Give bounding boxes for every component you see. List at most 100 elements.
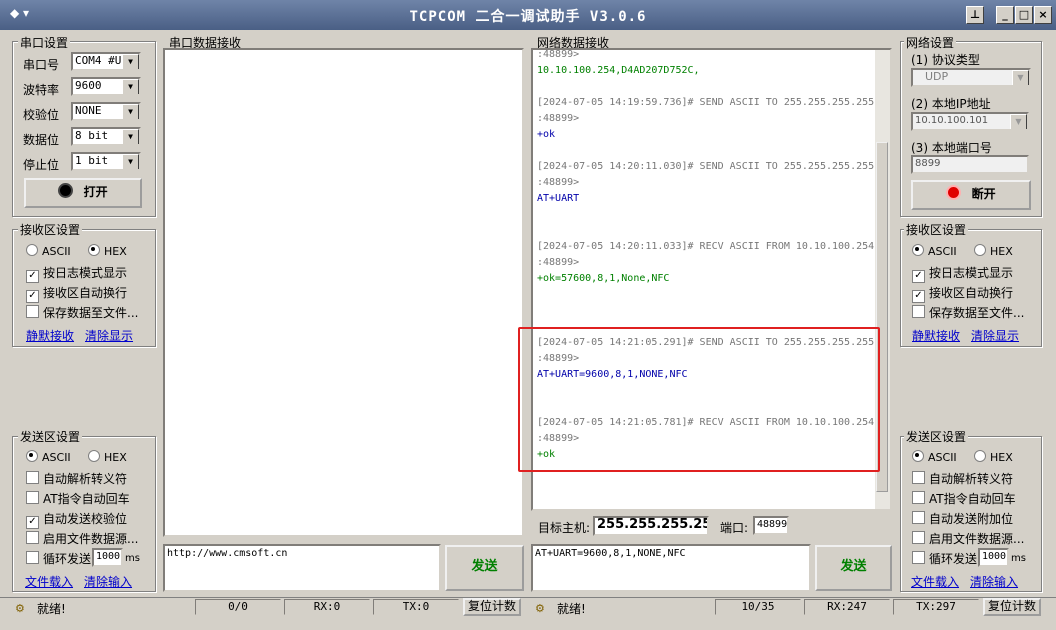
- log-line: [2024-07-05 14:20:11.030]# SEND ASCII TO…: [537, 161, 875, 172]
- pin-icon[interactable]: ⊥: [966, 6, 984, 24]
- left-loop-interval-input[interactable]: 1000: [92, 548, 123, 567]
- status-divider: [0, 597, 1056, 598]
- proto-label: (1) 协议类型: [911, 53, 980, 67]
- target-host-input[interactable]: 255.255.255.255: [593, 516, 709, 536]
- power-icon: [58, 183, 74, 198]
- left-file-source-checkbox[interactable]: 启用文件数据源...: [26, 530, 138, 547]
- left-silent-recv-link[interactable]: 静默接收: [26, 327, 74, 344]
- left-clear-display-link[interactable]: 清除显示: [85, 327, 133, 344]
- chevron-down-icon: ▼: [122, 79, 139, 94]
- right-send-hex-radio[interactable]: HEX: [974, 450, 1013, 464]
- port-label: 串口号: [23, 58, 60, 72]
- left-tx-box: TX:0: [373, 599, 459, 615]
- serial-send-button[interactable]: 发送: [445, 545, 524, 591]
- app-menu-icon[interactable]: ◆ ▾: [10, 6, 40, 24]
- right-file-source-checkbox[interactable]: 启用文件数据源...: [912, 530, 1024, 547]
- left-recv-ascii-radio[interactable]: ASCII: [26, 244, 71, 258]
- left-reset-count-button[interactable]: 复位计数: [463, 598, 521, 616]
- open-port-button[interactable]: 打开: [24, 178, 142, 208]
- local-port-input[interactable]: 8899: [911, 155, 1029, 174]
- chevron-down-icon: ▼: [122, 154, 139, 169]
- left-count-box: 0/0: [195, 599, 281, 615]
- right-reset-count-button[interactable]: 复位计数: [983, 598, 1041, 616]
- right-clear-display-link[interactable]: 清除显示: [971, 327, 1019, 344]
- log-line: :48899>: [537, 49, 580, 60]
- right-load-file-link[interactable]: 文件载入: [911, 573, 959, 590]
- right-at-auto-cr-checkbox[interactable]: AT指令自动回车: [912, 490, 1016, 507]
- window-title: TCPCOM 二合一调试助手 V3.0.6: [409, 9, 647, 25]
- checkmark-icon: ✓: [26, 270, 39, 283]
- right-recv-ascii-radio[interactable]: ASCII: [912, 244, 957, 258]
- right-recv-settings-title: 接收区设置: [904, 221, 969, 238]
- left-auto-wrap-checkbox[interactable]: ✓ 接收区自动换行: [26, 284, 127, 303]
- baud-label: 波特率: [23, 83, 60, 97]
- right-send-ascii-radio[interactable]: ASCII: [912, 450, 957, 464]
- left-ms-unit: ms: [125, 553, 140, 564]
- left-loop-send-checkbox[interactable]: 循环发送: [26, 550, 91, 567]
- maximize-button[interactable]: □: [1015, 6, 1033, 24]
- close-button[interactable]: ×: [1034, 6, 1052, 24]
- right-send-settings-title: 发送区设置: [904, 428, 969, 445]
- checkmark-icon: ✓: [26, 516, 39, 529]
- right-tx-box: TX:297: [893, 599, 979, 615]
- left-parse-escape-checkbox[interactable]: 自动解析转义符: [26, 470, 127, 487]
- net-send-input[interactable]: AT+UART=9600,8,1,NONE,NFC: [531, 544, 811, 592]
- log-line: 10.10.100.254,D4AD207D752C,: [537, 65, 700, 76]
- checkbox-empty-icon: [26, 531, 39, 544]
- checkmark-icon: ✓: [26, 290, 39, 303]
- right-count-box: 10/35: [715, 599, 801, 615]
- left-save-file-checkbox[interactable]: 保存数据至文件...: [26, 304, 138, 321]
- checkbox-empty-icon: [26, 491, 39, 504]
- left-recv-settings-title: 接收区设置: [18, 221, 83, 238]
- checkbox-empty-icon: [912, 511, 925, 524]
- proto-select[interactable]: UDP ▼: [911, 68, 1031, 87]
- status-icon: ⚙: [535, 602, 545, 615]
- left-auto-checksum-checkbox[interactable]: ✓ 自动发送校验位: [26, 510, 127, 529]
- left-status-text: 就绪!: [37, 602, 66, 616]
- stopbits-select[interactable]: 1 bit ▼: [71, 152, 141, 171]
- left-at-auto-cr-checkbox[interactable]: AT指令自动回车: [26, 490, 130, 507]
- radio-icon: [974, 244, 986, 256]
- net-send-button[interactable]: 发送: [815, 545, 892, 591]
- right-save-file-checkbox[interactable]: 保存数据至文件...: [912, 304, 1024, 321]
- left-send-ascii-radio[interactable]: ASCII: [26, 450, 71, 464]
- baud-select[interactable]: 9600 ▼: [71, 77, 141, 96]
- status-icon: ⚙: [15, 602, 25, 615]
- target-port-input[interactable]: 48899: [753, 516, 789, 535]
- right-auto-wrap-checkbox[interactable]: ✓ 接收区自动换行: [912, 284, 1013, 303]
- right-status-text: 就绪!: [557, 602, 586, 616]
- radio-icon: [88, 450, 100, 462]
- right-clear-input-link[interactable]: 清除输入: [970, 573, 1018, 590]
- left-send-hex-radio[interactable]: HEX: [88, 450, 127, 464]
- checkbox-empty-icon: [912, 531, 925, 544]
- serial-recv-textarea[interactable]: [163, 48, 524, 537]
- left-recv-hex-radio[interactable]: HEX: [88, 244, 127, 258]
- left-clear-input-link[interactable]: 清除输入: [84, 573, 132, 590]
- left-log-mode-checkbox[interactable]: ✓ 按日志模式显示: [26, 264, 127, 283]
- chevron-down-icon: ▼: [1012, 70, 1029, 85]
- serial-settings-title: 串口设置: [18, 34, 71, 51]
- databits-label: 数据位: [23, 133, 60, 147]
- left-send-settings-title: 发送区设置: [18, 428, 83, 445]
- highlight-box: [518, 327, 880, 472]
- disconnect-button[interactable]: 断开: [911, 180, 1031, 210]
- connection-status-icon: [946, 185, 962, 200]
- local-ip-select[interactable]: 10.10.100.101 ▼: [911, 112, 1029, 131]
- right-loop-send-checkbox[interactable]: 循环发送: [912, 550, 977, 567]
- right-auto-append-checkbox[interactable]: 自动发送附加位: [912, 510, 1013, 527]
- checkbox-empty-icon: [912, 491, 925, 504]
- target-port-label: 端口:: [720, 521, 749, 535]
- left-load-file-link[interactable]: 文件载入: [25, 573, 73, 590]
- right-loop-interval-input[interactable]: 1000: [978, 548, 1009, 567]
- parity-select[interactable]: NONE ▼: [71, 102, 141, 121]
- right-recv-hex-radio[interactable]: HEX: [974, 244, 1013, 258]
- right-log-mode-checkbox[interactable]: ✓ 按日志模式显示: [912, 264, 1013, 283]
- radio-selected-icon: [26, 450, 38, 462]
- port-select[interactable]: COM4 #US ▼: [71, 52, 141, 71]
- minimize-button[interactable]: _: [996, 6, 1014, 24]
- serial-send-input[interactable]: http://www.cmsoft.cn: [163, 544, 441, 592]
- right-parse-escape-checkbox[interactable]: 自动解析转义符: [912, 470, 1013, 487]
- databits-select[interactable]: 8 bit ▼: [71, 127, 141, 146]
- right-silent-recv-link[interactable]: 静默接收: [912, 327, 960, 344]
- log-line: +ok=57600,8,1,None,NFC: [537, 273, 670, 284]
